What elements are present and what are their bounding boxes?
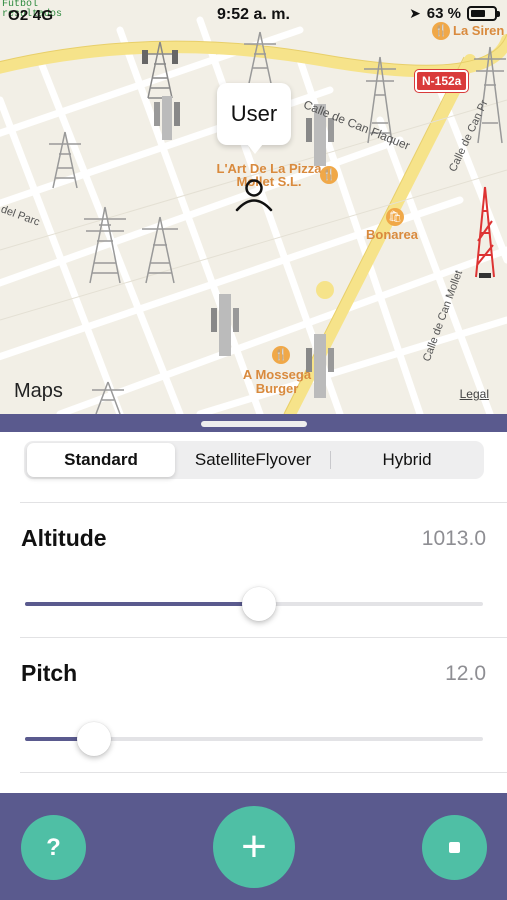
antenna-tower-icon[interactable] — [138, 215, 182, 285]
divider — [20, 772, 507, 773]
bottom-action-bar: ? + — [0, 793, 507, 900]
segment-divider — [330, 451, 331, 469]
slider-fill — [25, 602, 259, 606]
settings-sheet: Standard SatelliteFlyover Hybrid Altitud… — [0, 432, 507, 794]
antenna-tower-red-icon[interactable] — [470, 185, 500, 280]
poi-label[interactable]: Bonarea — [366, 227, 418, 242]
antenna-tower-icon[interactable] — [80, 205, 130, 285]
segment-standard[interactable]: Standard — [27, 443, 175, 477]
shopping-icon[interactable]: 🛍 — [386, 208, 404, 226]
sheet-grabber[interactable] — [201, 421, 307, 427]
help-button[interactable]: ? — [21, 815, 86, 880]
antenna-tower-icon[interactable] — [205, 290, 245, 360]
pitch-slider[interactable] — [25, 722, 483, 756]
pitch-value: 12.0 — [445, 662, 486, 685]
segment-satellite-flyover[interactable]: SatelliteFlyover — [178, 443, 328, 477]
user-callout[interactable]: User — [217, 83, 291, 154]
location-arrow-icon: ➤ — [409, 5, 421, 21]
poi-label[interactable]: A Mossega Burger — [232, 368, 322, 396]
antenna-tower-icon[interactable] — [45, 130, 85, 190]
user-location-icon[interactable] — [234, 177, 274, 213]
poi-label[interactable]: La Siren — [453, 23, 504, 38]
slider-thumb[interactable] — [241, 587, 276, 621]
add-button[interactable]: + — [213, 806, 295, 888]
antenna-tower-icon[interactable] — [140, 40, 180, 100]
altitude-slider[interactable] — [25, 587, 483, 621]
divider — [20, 637, 507, 638]
apple-maps-logo: Maps — [14, 380, 63, 402]
divider — [20, 502, 507, 503]
status-bar: Futbol resultados O2 4G 9:52 a. m. ➤ 63 … — [0, 0, 507, 30]
altitude-value: 1013.0 — [421, 527, 486, 550]
slider-thumb[interactable] — [76, 722, 111, 756]
altitude-label: Altitude — [21, 525, 107, 551]
food-icon[interactable]: 🍴 — [432, 22, 450, 40]
status-indicators: ➤ 63 % — [409, 5, 500, 22]
stop-icon — [449, 842, 460, 853]
antenna-tower-icon[interactable] — [150, 92, 184, 144]
segment-hybrid[interactable]: Hybrid — [332, 443, 482, 477]
sheet-handle-bar[interactable] — [0, 414, 507, 432]
road-badge: N-152a — [415, 70, 469, 92]
map-view[interactable]: Futbol resultados O2 4G 9:52 a. m. ➤ 63 … — [0, 0, 507, 414]
antenna-tower-icon[interactable] — [88, 380, 128, 414]
battery-percent: 63 % — [426, 5, 461, 22]
legal-link[interactable]: Legal — [460, 387, 489, 401]
food-icon[interactable]: 🍴 — [272, 346, 290, 364]
food-icon[interactable]: 🍴 — [320, 166, 338, 184]
pitch-label: Pitch — [21, 660, 78, 686]
antenna-tower-icon[interactable] — [240, 30, 280, 90]
map-type-segmented-control[interactable]: Standard SatelliteFlyover Hybrid — [24, 441, 484, 479]
stop-button[interactable] — [422, 815, 487, 880]
battery-icon — [467, 6, 500, 21]
